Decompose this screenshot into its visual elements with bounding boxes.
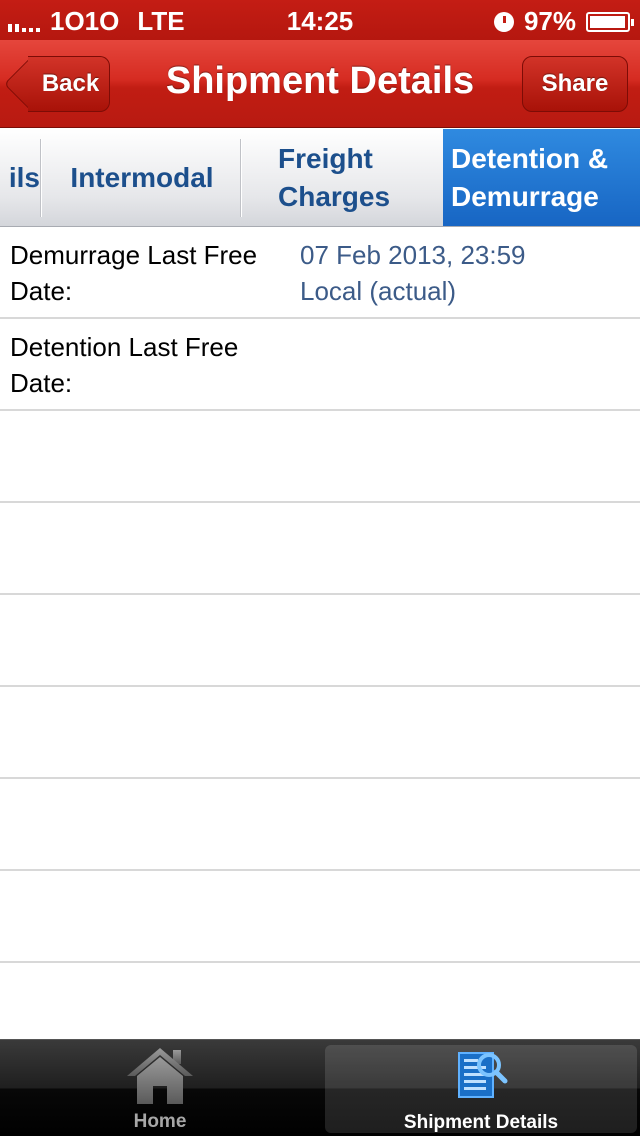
tab-label: Freight Charges xyxy=(278,143,391,212)
alarm-icon xyxy=(493,11,514,32)
page-title: Shipment Details xyxy=(165,60,475,102)
detention-last-free-date-label: Detention Last Free Date: xyxy=(10,332,239,398)
demurrage-last-free-date-value: 07 Feb 2013, 23:59 Local (actual) xyxy=(300,240,526,306)
list-item: Demurrage Last Free Date: 07 Feb 2013, 2… xyxy=(0,227,640,319)
status-right: 97% xyxy=(493,6,634,37)
tab-label: Intermodal xyxy=(70,162,214,193)
details-list: Demurrage Last Free Date: 07 Feb 2013, 2… xyxy=(0,227,640,1039)
share-button[interactable]: Share xyxy=(522,56,628,112)
tab-details[interactable]: ils xyxy=(0,129,40,226)
demurrage-last-free-date-label: Demurrage Last Free Date: xyxy=(10,240,258,306)
empty-row xyxy=(0,595,640,687)
empty-row xyxy=(0,687,640,779)
empty-row xyxy=(0,779,640,871)
battery-fill xyxy=(590,15,625,28)
battery-icon xyxy=(586,11,634,32)
section-tabs: ils Intermodal Freight Charges Detention… xyxy=(0,129,640,227)
tab-detention-demurrage[interactable]: Detention & Demurrage xyxy=(443,129,640,226)
tab-label: ils xyxy=(8,162,40,193)
tab-bar-home[interactable]: Home xyxy=(0,1040,320,1136)
shipment-details-icon xyxy=(458,1052,508,1098)
bottom-tab-bar: Home Shipment Details xyxy=(0,1039,640,1136)
list-item: Detention Last Free Date: xyxy=(0,319,640,411)
tab-bar-shipment-details[interactable]: Shipment Details xyxy=(325,1045,637,1133)
tab-freight-charges[interactable]: Freight Charges xyxy=(244,129,442,226)
tab-divider xyxy=(240,139,242,217)
empty-row xyxy=(0,503,640,595)
back-button[interactable]: Back xyxy=(28,56,110,112)
tab-divider xyxy=(40,139,42,217)
home-icon xyxy=(127,1048,193,1104)
empty-row xyxy=(0,411,640,503)
tab-bar-label: Home xyxy=(133,1111,187,1132)
tab-label: Detention & Demurrage xyxy=(451,143,609,212)
tab-intermodal[interactable]: Intermodal xyxy=(44,129,240,226)
tab-bar-label: Shipment Details xyxy=(403,1112,559,1133)
status-bar: 1O1O LTE 14:25 97% xyxy=(0,0,640,40)
navigation-bar: Back Shipment Details Share xyxy=(0,40,640,128)
battery-percent: 97% xyxy=(523,6,576,36)
empty-row xyxy=(0,871,640,963)
